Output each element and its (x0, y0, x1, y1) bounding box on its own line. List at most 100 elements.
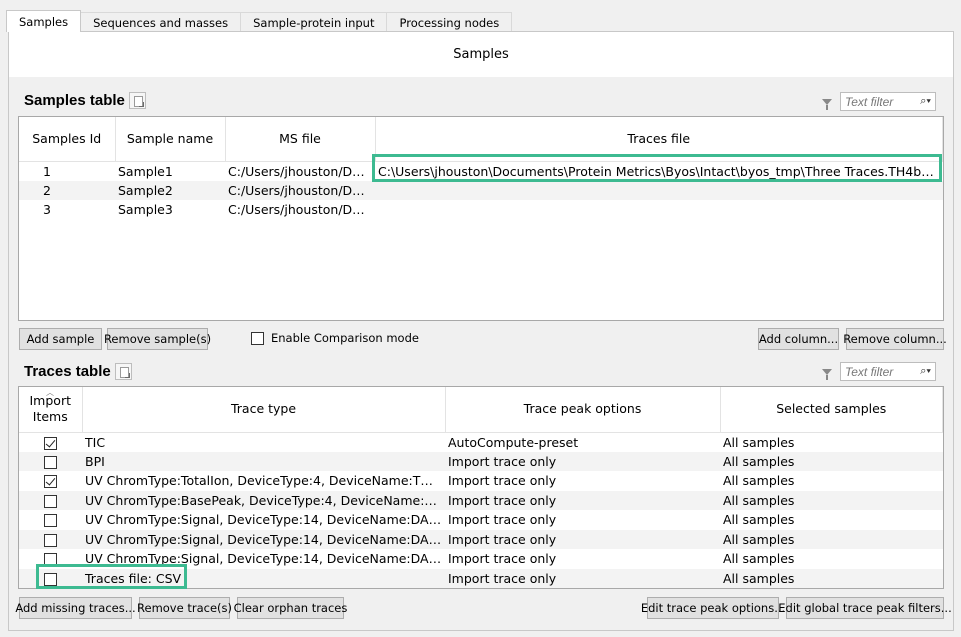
trace-type-cell[interactable]: UV ChromType:Signal, DeviceType:14, Devi… (82, 510, 445, 530)
table-row[interactable]: BPI Import trace only All samples (19, 451, 943, 471)
import-cell (19, 490, 82, 510)
traces-file-cell[interactable] (375, 200, 943, 220)
table-row[interactable]: Traces file: CSV Import trace only All sam… (19, 568, 943, 588)
selected-samples-cell[interactable]: All samples (720, 432, 943, 452)
ms-file-cell[interactable]: C:/Users/jhouston/Doc... (225, 161, 375, 181)
traces-table-heading: Traces table (24, 363, 132, 380)
table-row[interactable]: UV ChromType:TotalIon, DeviceType:4, Dev… (19, 471, 943, 491)
trace-type-cell[interactable]: UV ChromType:BasePeak, DeviceType:4, Dev… (82, 490, 445, 510)
tab-sample-protein-input[interactable]: Sample-protein input (240, 12, 388, 32)
column-header-ms-file[interactable]: MS file (225, 117, 376, 162)
remove-samples-button[interactable]: Remove sample(s) (104, 328, 211, 350)
selected-samples-cell[interactable]: All samples (720, 568, 943, 588)
column-header-traces-file[interactable]: Traces file (375, 117, 943, 162)
trace-peak-options-cell[interactable]: Import trace only (445, 490, 720, 510)
import-checkbox[interactable] (44, 514, 57, 528)
trace-type-cell[interactable]: TIC (82, 432, 445, 452)
column-header-sample-name[interactable]: Sample name (115, 117, 226, 162)
trace-peak-options-cell[interactable]: Import trace only (445, 549, 720, 569)
import-checkbox[interactable] (44, 572, 57, 586)
remove-column-button[interactable]: Remove column... (843, 328, 947, 350)
sample-name-cell[interactable]: Sample3 (115, 200, 225, 220)
selected-samples-cell[interactable]: All samples (720, 549, 943, 569)
trace-type-cell[interactable]: UV ChromType:TotalIon, DeviceType:4, Dev… (82, 471, 445, 491)
traces-text-filter-input[interactable]: Text filter ⌕▾ (840, 362, 936, 381)
remove-traces-button[interactable]: Remove trace(s) (137, 597, 232, 619)
tab-sequences-and-masses[interactable]: Sequences and masses (80, 12, 242, 32)
add-sample-button[interactable]: Add sample (19, 328, 102, 350)
table-row[interactable]: TIC AutoCompute-preset All samples (19, 432, 943, 452)
selected-samples-cell[interactable]: All samples (720, 471, 943, 491)
traces-filter: Text filter ⌕▾ (822, 362, 936, 381)
selected-samples-cell[interactable]: All samples (720, 451, 943, 471)
samples-filter: Text filter ⌕▾ (822, 92, 936, 111)
trace-peak-options-cell[interactable]: Import trace only (445, 510, 720, 530)
import-cell (19, 549, 82, 569)
sample-name-cell[interactable]: Sample2 (115, 180, 225, 200)
import-checkbox[interactable] (44, 475, 57, 489)
column-header-trace-peak-options[interactable]: Trace peak options (445, 387, 721, 433)
edit-trace-peak-options-button[interactable]: Edit trace peak options... (641, 597, 785, 619)
traces-file-cell[interactable] (375, 180, 943, 200)
traces-file-cell[interactable]: C:\Users\jhouston\Documents\Protein Metr… (375, 161, 943, 181)
table-row[interactable]: UV ChromType:Signal, DeviceType:14, Devi… (19, 549, 943, 569)
traces-table: ︿ Import Items Trace type Trace peak opt… (18, 386, 944, 589)
import-cell (19, 471, 82, 491)
trace-type-cell[interactable]: UV ChromType:Signal, DeviceType:14, Devi… (82, 529, 445, 549)
column-header-selected-samples[interactable]: Selected samples (720, 387, 943, 433)
export-icon[interactable] (128, 92, 146, 109)
samples-filter-placeholder: Text filter (845, 94, 894, 109)
column-header-trace-type[interactable]: Trace type (82, 387, 446, 433)
trace-peak-options-cell[interactable]: Import trace only (445, 451, 720, 471)
samples-text-filter-input[interactable]: Text filter ⌕▾ (840, 92, 936, 111)
trace-type-cell[interactable]: Traces file: CSV (82, 568, 445, 588)
trace-type-cell[interactable]: BPI (82, 451, 445, 471)
ms-file-cell[interactable]: C:/Users/jhouston/Doc... (225, 180, 375, 200)
trace-peak-options-cell[interactable]: AutoCompute-preset (445, 432, 720, 452)
import-cell (19, 451, 82, 471)
export-icon[interactable] (114, 363, 132, 380)
samples-grid: Samples Id Sample name MS file Traces fi… (19, 117, 943, 220)
import-cell (19, 568, 82, 588)
table-row[interactable]: 2 Sample2 C:/Users/jhouston/Doc... (19, 180, 943, 200)
table-row[interactable]: 3 Sample3 C:/Users/jhouston/Doc... (19, 200, 943, 220)
trace-peak-options-cell[interactable]: Import trace only (445, 568, 720, 588)
add-missing-traces-button[interactable]: Add missing traces... (15, 597, 136, 619)
table-row[interactable]: UV ChromType:BasePeak, DeviceType:4, Dev… (19, 490, 943, 510)
comparison-mode-toggle[interactable]: Enable Comparison mode (251, 331, 419, 345)
filter-funnel-icon[interactable] (822, 368, 832, 380)
import-cell (19, 510, 82, 530)
import-checkbox[interactable] (44, 436, 57, 450)
add-column-button[interactable]: Add column... (758, 328, 839, 350)
selected-samples-cell[interactable]: All samples (720, 510, 943, 530)
trace-type-cell[interactable]: UV ChromType:Signal, DeviceType:14, Devi… (82, 549, 445, 569)
ms-file-cell[interactable]: C:/Users/jhouston/Doc... (225, 200, 375, 220)
tab-samples[interactable]: Samples (6, 10, 82, 32)
clear-orphan-traces-button[interactable]: Clear orphan traces (234, 597, 347, 619)
search-dropdown-icon[interactable]: ⌕▾ (920, 365, 931, 378)
trace-peak-options-cell[interactable]: Import trace only (445, 529, 720, 549)
column-header-import-items[interactable]: ︿ Import Items (19, 387, 83, 433)
selected-samples-cell[interactable]: All samples (720, 490, 943, 510)
comparison-mode-checkbox[interactable] (251, 331, 264, 345)
sort-up-icon: ︿ (46, 388, 54, 397)
import-checkbox[interactable] (44, 494, 57, 508)
filter-funnel-icon[interactable] (822, 98, 832, 110)
traces-table-title: Traces table (24, 363, 111, 380)
import-checkbox[interactable] (44, 533, 57, 547)
tab-processing-nodes[interactable]: Processing nodes (386, 12, 513, 32)
selected-samples-cell[interactable]: All samples (720, 529, 943, 549)
column-header-samples-id[interactable]: Samples Id (19, 117, 116, 162)
table-row[interactable]: UV ChromType:Signal, DeviceType:14, Devi… (19, 529, 943, 549)
import-checkbox[interactable] (44, 455, 57, 469)
sample-id-cell: 1 (43, 163, 51, 179)
table-row[interactable]: UV ChromType:Signal, DeviceType:14, Devi… (19, 510, 943, 530)
search-dropdown-icon[interactable]: ⌕▾ (920, 95, 931, 108)
table-row[interactable]: 1 Sample1 C:/Users/jhouston/Doc... C:\Us… (19, 161, 943, 181)
sample-name-cell[interactable]: Sample1 (115, 161, 225, 181)
samples-table-heading: Samples table (24, 92, 146, 109)
samples-table-title: Samples table (24, 92, 125, 109)
edit-global-trace-peak-filters-button[interactable]: Edit global trace peak filters... (778, 597, 952, 619)
trace-peak-options-cell[interactable]: Import trace only (445, 471, 720, 491)
import-checkbox[interactable] (44, 553, 57, 567)
